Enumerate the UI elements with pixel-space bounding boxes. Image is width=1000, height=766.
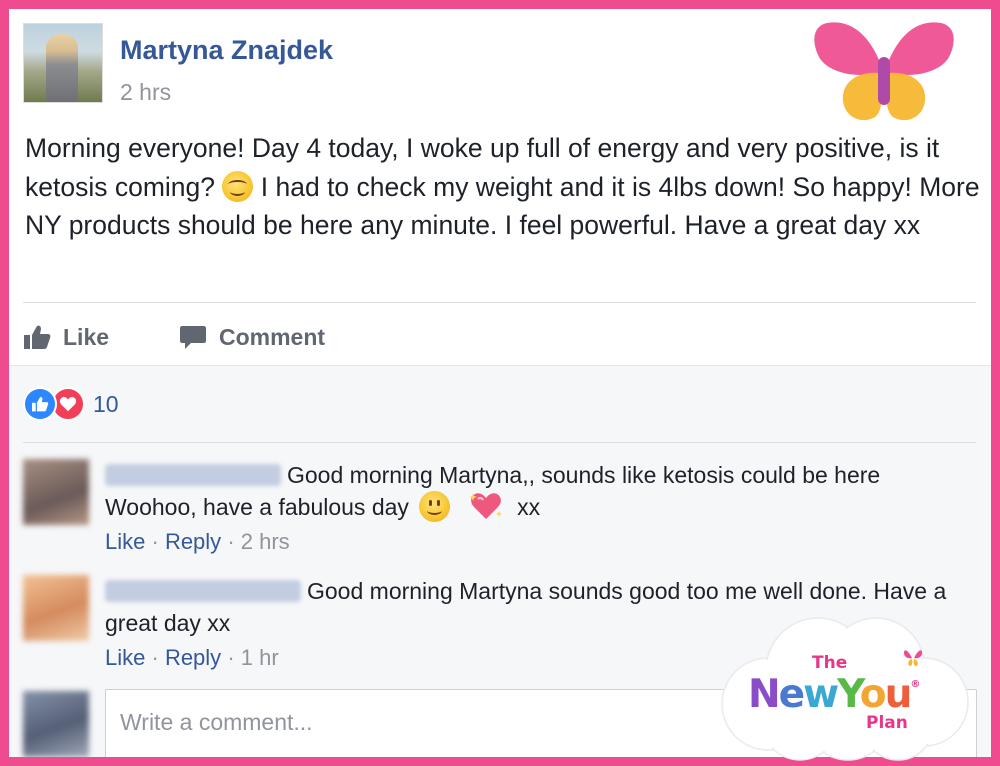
current-user-avatar [23, 691, 89, 757]
post-header-section: Martyna Znajdek 2 hrs Morning everyone! … [9, 9, 991, 365]
comment-timestamp[interactable]: 2 hrs [241, 529, 290, 554]
smiling-face-emoji-icon [222, 170, 254, 202]
author-avatar[interactable] [23, 23, 103, 103]
logo-the: The [812, 653, 848, 673]
comment-meta: Like · Reply · 1 hr [105, 645, 279, 671]
comment-text-part2: xx [517, 494, 541, 520]
logo-plan: Plan [866, 713, 908, 733]
author-name[interactable]: Martyna Znajdek [120, 35, 333, 66]
post-body: Morning everyone! Day 4 today, I woke up… [25, 129, 980, 245]
logo-wordmark: NewYou® [748, 672, 921, 717]
commenter-avatar[interactable] [23, 459, 89, 525]
divider [23, 302, 976, 303]
like-button[interactable]: Like [23, 317, 109, 357]
reactions-summary[interactable]: 10 [23, 387, 119, 421]
comment-timestamp[interactable]: 1 hr [241, 645, 279, 670]
commenter-name-redacted[interactable] [105, 464, 281, 486]
thumbs-up-icon [24, 325, 51, 349]
meta-separator: · [227, 529, 235, 554]
sparkling-heart-emoji-icon [468, 493, 502, 519]
comment-bubble-icon [180, 326, 206, 349]
meta-separator: · [151, 529, 159, 554]
comment-meta: Like · Reply · 2 hrs [105, 529, 290, 555]
comment-button[interactable]: Comment [179, 317, 325, 357]
comment-reply-link[interactable]: Reply [165, 529, 221, 554]
comment-reply-link[interactable]: Reply [165, 645, 221, 670]
comment-body: Good morning Martyna,, sounds like ketos… [105, 459, 965, 523]
reaction-count: 10 [93, 390, 119, 417]
meta-separator: · [151, 645, 159, 670]
comment-label: Comment [219, 323, 326, 350]
like-label: Like [63, 323, 110, 350]
like-reaction-icon [23, 387, 57, 421]
commenter-name-redacted[interactable] [105, 580, 301, 602]
comment-like-link[interactable]: Like [105, 529, 145, 554]
comment-like-link[interactable]: Like [105, 645, 145, 670]
meta-separator: · [227, 645, 235, 670]
the-new-you-plan-logo: The NewYou® Plan [708, 612, 974, 762]
post-timestamp[interactable]: 2 hrs [120, 79, 171, 106]
divider [23, 442, 976, 443]
slightly-smiling-face-emoji-icon [419, 491, 451, 522]
butterfly-logo-icon [814, 22, 954, 121]
comment-input[interactable] [118, 708, 722, 737]
commenter-avatar[interactable] [23, 575, 89, 641]
